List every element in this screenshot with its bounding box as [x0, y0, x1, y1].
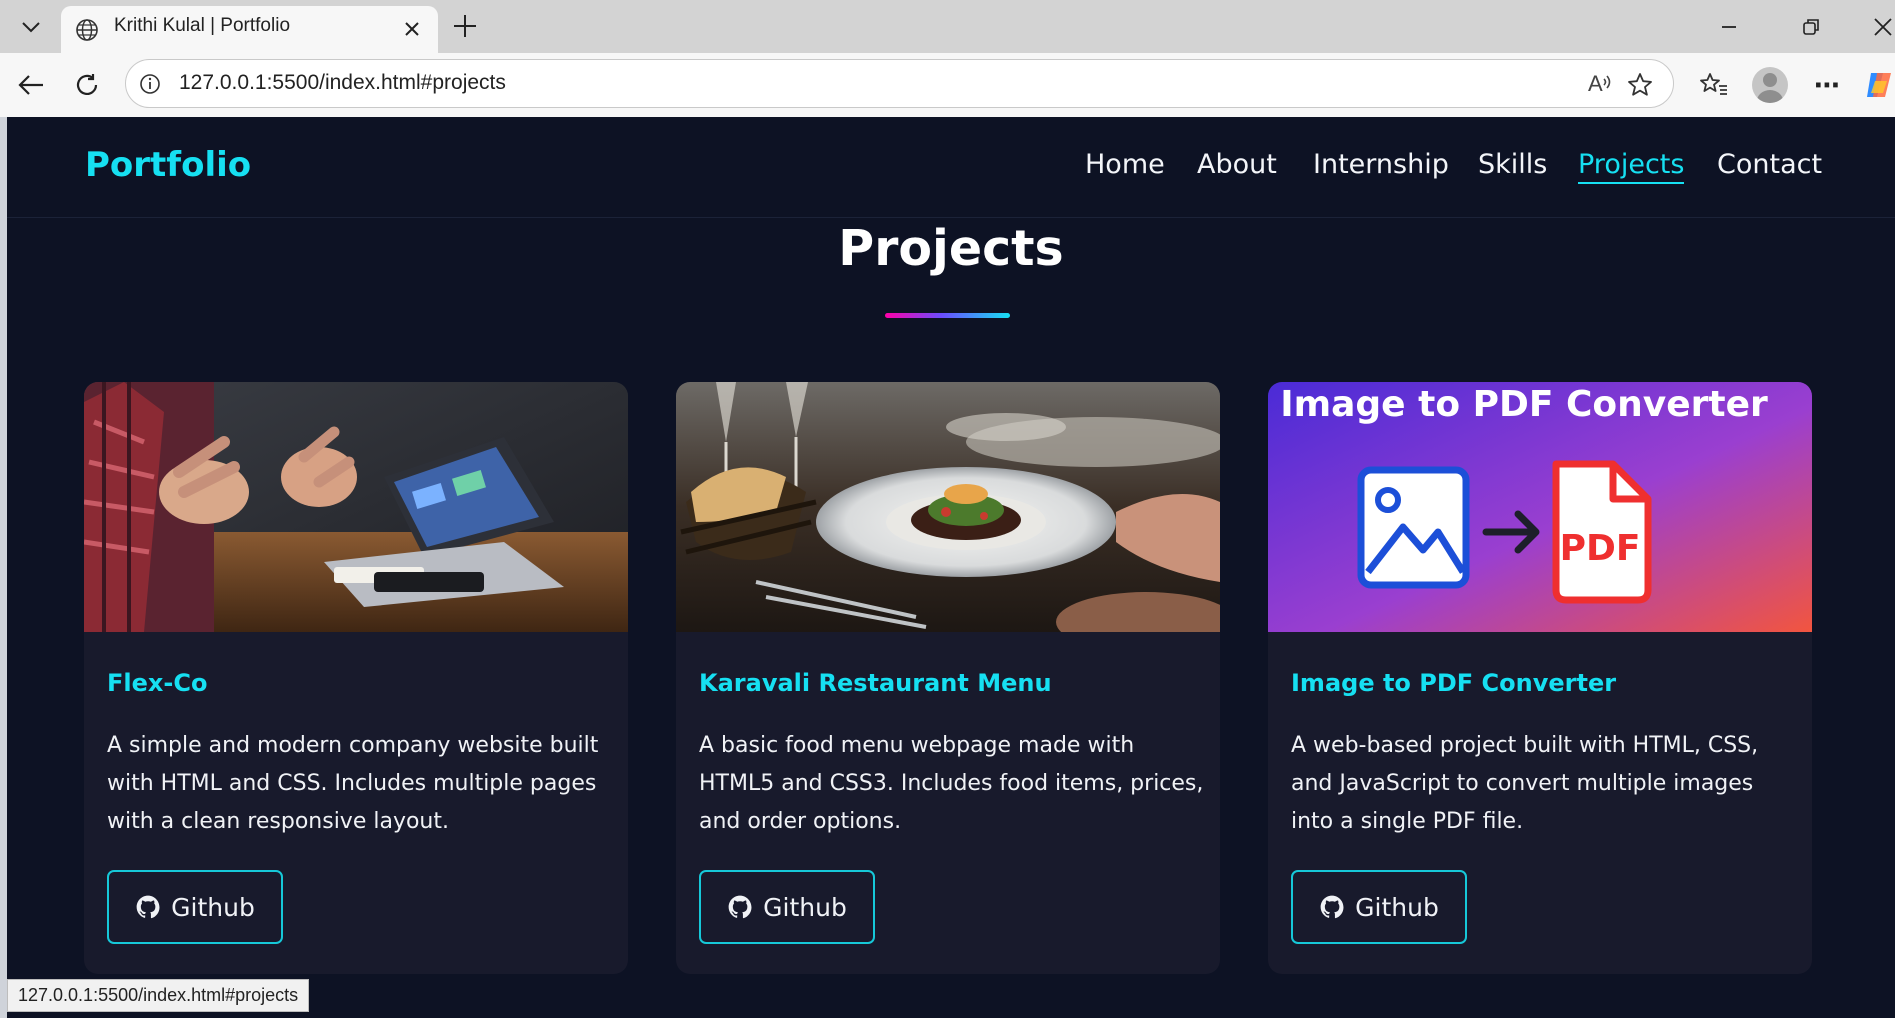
- tab-title: Krithi Kulal | Portfolio: [114, 15, 291, 36]
- site-logo[interactable]: Portfolio: [85, 145, 251, 185]
- project-image-image-to-pdf: Image to PDF Converter PDF: [1268, 382, 1812, 632]
- refresh-icon[interactable]: [70, 68, 104, 102]
- project-title: Karavali Restaurant Menu: [699, 669, 1052, 697]
- plus-icon[interactable]: [450, 11, 480, 41]
- section-title: Projects: [838, 220, 1064, 277]
- nav-link-internship[interactable]: Internship: [1313, 149, 1449, 180]
- github-label: Github: [1355, 892, 1439, 922]
- browser-tab-strip: Krithi Kulal | Portfolio: [0, 0, 1895, 53]
- title-underline: [885, 313, 1010, 318]
- pdf-badge: PDF: [1560, 528, 1641, 569]
- nav-link-contact[interactable]: Contact: [1717, 149, 1822, 180]
- copilot-icon[interactable]: [1862, 68, 1895, 102]
- star-icon[interactable]: [1626, 71, 1654, 99]
- github-button[interactable]: Github: [699, 870, 875, 944]
- github-icon: [1320, 895, 1344, 919]
- image-heading: Image to PDF Converter: [1280, 384, 1768, 425]
- project-image-restaurant-dish: [676, 382, 1220, 632]
- github-button[interactable]: Github: [107, 870, 283, 944]
- project-description: A basic food menu webpage made with HTML…: [699, 733, 1204, 834]
- read-aloud-icon[interactable]: A: [1586, 71, 1614, 99]
- url-text[interactable]: 127.0.0.1:5500/index.html#projects: [179, 71, 506, 95]
- site-navbar: Portfolio Home About Internship Skills P…: [7, 117, 1895, 218]
- project-title: Flex-Co: [107, 669, 208, 697]
- github-button[interactable]: Github: [1291, 870, 1467, 944]
- link-status-bar: 127.0.0.1:5500/index.html#projects: [7, 979, 310, 1012]
- globe-icon: [76, 19, 98, 41]
- github-label: Github: [763, 892, 847, 922]
- profile-avatar[interactable]: [1752, 67, 1788, 103]
- project-description: A web-based project built with HTML, CSS…: [1291, 733, 1759, 834]
- project-image-laptop-meeting: [84, 382, 628, 632]
- close-window-icon[interactable]: [1868, 12, 1895, 42]
- more-label: ⋯: [1814, 69, 1840, 100]
- github-icon: [136, 895, 160, 919]
- favorites-icon[interactable]: [1697, 68, 1731, 102]
- project-card-flex-co: Flex-Co A simple and modern company webs…: [84, 382, 628, 974]
- nav-link-home[interactable]: Home: [1085, 149, 1165, 180]
- minimize-icon[interactable]: [1714, 12, 1744, 42]
- nav-link-skills[interactable]: Skills: [1478, 149, 1547, 180]
- browser-toolbar: 127.0.0.1:5500/index.html#projects A ⋯: [0, 53, 1895, 117]
- project-card-image-to-pdf: Image to PDF Converter PDF Image to PDF …: [1268, 382, 1812, 974]
- close-icon[interactable]: [401, 18, 423, 40]
- info-icon[interactable]: [139, 73, 161, 95]
- more-icon[interactable]: ⋯: [1810, 68, 1844, 102]
- back-icon[interactable]: [14, 68, 48, 102]
- github-label: Github: [171, 892, 255, 922]
- github-icon: [728, 895, 752, 919]
- page-viewport: Portfolio Home About Internship Skills P…: [7, 117, 1895, 1018]
- address-bar[interactable]: 127.0.0.1:5500/index.html#projects A: [125, 59, 1674, 108]
- active-tab[interactable]: Krithi Kulal | Portfolio: [61, 6, 438, 53]
- nav-link-about[interactable]: About: [1197, 149, 1277, 180]
- nav-link-projects[interactable]: Projects: [1578, 149, 1685, 184]
- tab-actions-chevron-down-icon[interactable]: [12, 12, 50, 42]
- restore-icon[interactable]: [1796, 12, 1826, 42]
- project-description: A simple and modern company website buil…: [107, 733, 599, 834]
- project-card-karavali: Karavali Restaurant Menu A basic food me…: [676, 382, 1220, 974]
- project-title: Image to PDF Converter: [1291, 669, 1617, 697]
